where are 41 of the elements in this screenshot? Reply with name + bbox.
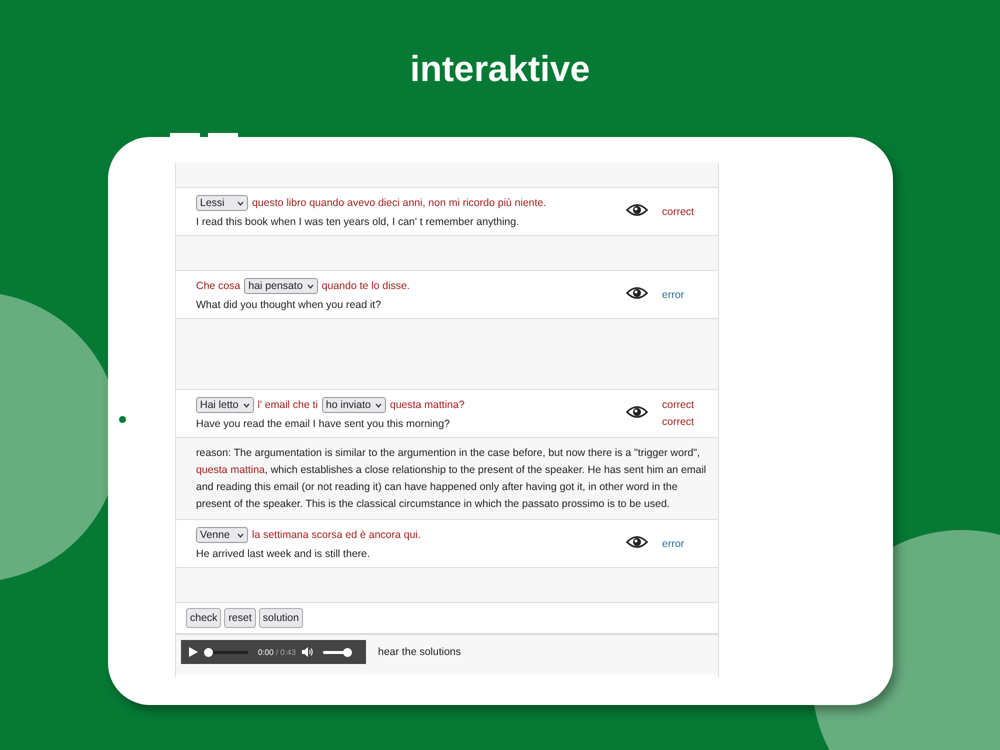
result-label: error (662, 538, 686, 550)
page-title: interaktive (408, 47, 592, 91)
reason-text: reason: The argumentation is similar to the argumention in the case before, but now there is a "trigger word", questa mattina, which establishes a close relationship to the present of the speaker. He has sent him an email and reading this email (or not reading it) can have happened only after having got it, in other word in the present of the speaker. This is the classical circumstance in which the passato prossimo is to be used. (176, 438, 718, 520)
result-label: correct (662, 206, 696, 218)
current-time: 0:00 (258, 648, 274, 656)
check-button[interactable]: check (186, 608, 222, 628)
answer-dropdown[interactable]: Lessi (196, 195, 248, 211)
sentence-text: l' email che ti (258, 399, 318, 411)
answer-dropdown[interactable]: Venne (196, 527, 248, 543)
sentence-text: questa mattina? (390, 399, 465, 411)
chevron-icon[interactable] (242, 402, 250, 408)
translation-text: Have you read the email I have sent you this morning? (196, 418, 451, 430)
duration-text: / 0:43 (276, 648, 296, 656)
chevron-icon[interactable] (237, 200, 244, 206)
indicator-dot (119, 416, 126, 423)
eye-icon[interactable] (626, 203, 648, 217)
volume-icon[interactable] (302, 647, 313, 657)
chevron-icon[interactable] (374, 402, 382, 408)
result-label: correct (662, 399, 696, 411)
eye-icon[interactable] (626, 405, 648, 419)
sentence-text: la settimana scorsa ed è ancora qui. (252, 529, 421, 541)
solution-button[interactable]: solution (258, 608, 303, 628)
chevron-icon[interactable] (237, 532, 244, 538)
answer-dropdown[interactable]: Hai letto (196, 397, 254, 413)
translation-text: What did you thought when you read it? (196, 299, 382, 311)
eye-icon[interactable] (626, 286, 648, 300)
answer-dropdown[interactable]: ho inviato (322, 397, 386, 413)
result-label: correct (662, 416, 696, 428)
answer-dropdown[interactable]: hai pensato (244, 278, 318, 294)
audio-label: hear the solutions (378, 646, 461, 658)
translation-text: I read this book when I was ten years old, I can' t remember anything. (196, 216, 520, 228)
sentence-text: questo libro quando avevo dieci anni, non mi ricordo più niente. (252, 197, 546, 209)
audio-player[interactable]: 0:00 / 0:43 (181, 640, 366, 664)
sentence-text: Che cosa (196, 280, 240, 292)
sentence-text: quando te lo disse. (322, 280, 410, 292)
translation-text: He arrived last week and is still there. (196, 548, 371, 560)
reset-button[interactable]: reset (224, 608, 256, 628)
play-icon[interactable] (189, 647, 198, 657)
chevron-icon[interactable] (306, 284, 314, 288)
eye-icon[interactable] (626, 535, 648, 549)
result-label: error (662, 288, 686, 300)
